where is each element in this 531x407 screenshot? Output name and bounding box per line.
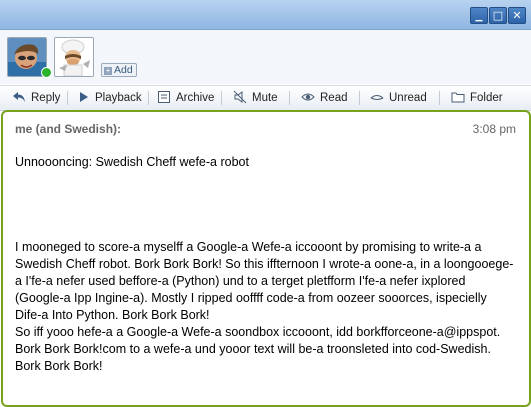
archive-icon: [158, 91, 170, 103]
playback-icon: [80, 92, 88, 102]
folder-label: Folder: [470, 92, 503, 104]
read-button[interactable]: Read: [301, 86, 348, 110]
wave-toolbar: Reply Playback Archive Mute Read Unread …: [0, 85, 531, 111]
mute-icon: [233, 90, 247, 104]
folder-icon: [451, 92, 465, 103]
toolbar-divider: [148, 91, 149, 105]
blip-paragraph: So iff yooo hefe-a a Google-a Wefe-a soo…: [15, 325, 501, 373]
close-icon: ✕: [512, 9, 522, 22]
blip-body[interactable]: Unnoooncing: Swedish Cheff wefe-a robot …: [15, 154, 515, 375]
blip-timestamp: 3:08 pm: [472, 122, 516, 136]
archive-label: Archive: [176, 92, 215, 104]
archive-button[interactable]: Archive: [157, 86, 214, 110]
plus-icon: +: [104, 66, 112, 75]
online-status-icon: [41, 67, 52, 78]
playback-button[interactable]: Playback: [76, 86, 142, 110]
unread-icon: [370, 95, 384, 100]
blip-author: me (and Swedish):: [15, 122, 122, 136]
toolbar-divider: [289, 91, 290, 105]
mute-button[interactable]: Mute: [233, 86, 278, 110]
minimize-button[interactable]: ▁: [470, 7, 488, 24]
unread-button[interactable]: Unread: [370, 86, 427, 110]
reply-button[interactable]: Reply: [12, 86, 60, 110]
add-participant-button[interactable]: + Add: [101, 63, 137, 77]
blip-paragraph: I mooneged to score-a myselff a Google-a…: [15, 240, 514, 322]
read-label: Read: [320, 92, 348, 104]
toolbar-divider: [221, 91, 222, 105]
folder-button[interactable]: Folder: [451, 86, 503, 110]
wave-title-bar: ▁ □ ✕: [0, 0, 531, 30]
blip-blank-space: [15, 171, 515, 239]
blip-message[interactable]: me (and Swedish): 3:08 pm Unnoooncing: S…: [1, 110, 531, 407]
close-button[interactable]: ✕: [508, 7, 526, 24]
eye-icon: [301, 93, 315, 101]
toolbar-divider: [359, 91, 360, 105]
toolbar-divider: [67, 91, 68, 105]
maximize-button[interactable]: □: [489, 7, 507, 24]
add-participant-label: Add: [114, 64, 133, 76]
mute-label: Mute: [252, 92, 278, 104]
minimize-icon: ▁: [475, 12, 483, 22]
avatar-swedish-chef[interactable]: [54, 37, 94, 77]
reply-label: Reply: [31, 92, 61, 104]
reply-icon: [13, 92, 25, 102]
blip-title-line: Unnoooncing: Swedish Cheff wefe-a robot: [15, 155, 249, 169]
toolbar-divider: [439, 91, 440, 105]
maximize-icon: □: [492, 9, 504, 22]
playback-label: Playback: [95, 92, 142, 104]
unread-label: Unread: [389, 92, 427, 104]
